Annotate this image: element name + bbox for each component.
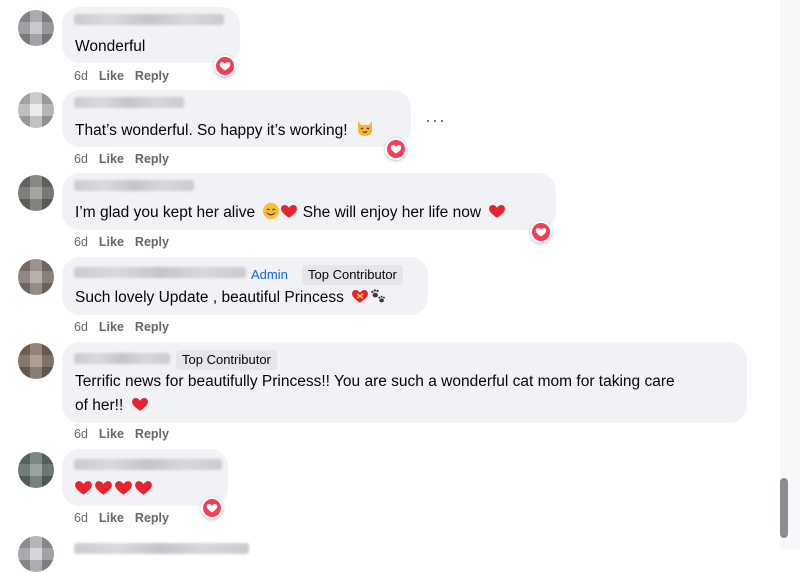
author-name-blurred[interactable] (74, 14, 224, 25)
author-name-blurred[interactable] (74, 459, 222, 470)
reply-button[interactable]: Reply (135, 152, 169, 166)
red-heart-icon (114, 478, 133, 505)
paw-prints-icon (369, 287, 387, 313)
commenter-avatar[interactable] (18, 536, 54, 572)
author-name-blurred[interactable] (74, 97, 184, 108)
like-button[interactable]: Like (99, 320, 124, 334)
red-heart-icon (134, 478, 153, 505)
comment-text-line: of her!! (75, 394, 149, 421)
love-reaction-icon[interactable] (214, 55, 236, 77)
admin-badge[interactable]: Admin (251, 265, 288, 285)
commenter-avatar[interactable] (18, 92, 54, 128)
comment-timestamp[interactable]: 6d (74, 69, 88, 83)
reply-button[interactable]: Reply (135, 427, 169, 441)
comment-bubble: Admin Top Contributor Such lovely Update… (62, 257, 428, 315)
comment-bubble: That’s wonderful. So happy it’s working! (62, 90, 411, 147)
comment-text-part: I’m glad you kept her alive (75, 204, 256, 221)
like-button[interactable]: Like (99, 427, 124, 441)
author-name-blurred[interactable] (74, 267, 246, 278)
cat-smile-icon (355, 118, 375, 146)
comment-timestamp[interactable]: 6d (74, 320, 88, 334)
comment-meta: 6d Like Reply (74, 151, 180, 167)
red-heart-icon (131, 395, 149, 421)
more-options-icon[interactable]: ··· (425, 110, 446, 131)
love-reaction-icon[interactable] (385, 138, 407, 160)
comment-text-content: of her!! (75, 397, 124, 414)
comment-text (74, 478, 153, 505)
commenter-avatar[interactable] (18, 343, 54, 379)
comment-meta: 6d Like Reply (74, 234, 180, 250)
comment-text: That’s wonderful. So happy it’s working! (75, 118, 375, 146)
comment-bubble (62, 449, 228, 506)
comment-bubble: I’m glad you kept her alive She will enj… (62, 173, 556, 230)
scrollbar-thumb[interactable] (780, 478, 788, 538)
comment-text-content: Such lovely Update , beautiful Princess (75, 289, 344, 306)
love-reaction-icon[interactable] (201, 497, 223, 519)
reply-button[interactable]: Reply (135, 511, 169, 525)
commenter-avatar[interactable] (18, 10, 54, 46)
author-name-blurred[interactable] (74, 180, 194, 191)
comment-text-content: That’s wonderful. So happy it’s working! (75, 122, 348, 139)
red-heart-icon (74, 478, 93, 505)
comment-text: Such lovely Update , beautiful Princess (75, 286, 387, 313)
top-contributor-badge[interactable]: Top Contributor (302, 265, 403, 285)
comment-text-part: She will enjoy her life now (302, 204, 482, 221)
like-button[interactable]: Like (99, 152, 124, 166)
reply-button[interactable]: Reply (135, 235, 169, 249)
author-name-blurred[interactable] (74, 353, 170, 364)
smiling-face-icon (262, 202, 280, 228)
comment-timestamp[interactable]: 6d (74, 235, 88, 249)
red-heart-icon (94, 478, 113, 505)
red-heart-icon (280, 202, 298, 228)
top-contributor-badge[interactable]: Top Contributor (176, 350, 277, 370)
comment-timestamp[interactable]: 6d (74, 427, 88, 441)
commenter-avatar[interactable] (18, 175, 54, 211)
commenter-avatar[interactable] (18, 259, 54, 295)
comment-text: Wonderful (75, 38, 146, 55)
comment-timestamp[interactable]: 6d (74, 511, 88, 525)
scrollbar-track[interactable] (780, 0, 800, 550)
author-name-blurred[interactable] (74, 543, 249, 554)
comment-meta: 6d Like Reply (74, 510, 180, 526)
comment-meta: 6d Like Reply (74, 68, 180, 84)
comment-text: I’m glad you kept her alive She will enj… (75, 201, 506, 228)
comment-meta: 6d Like Reply (74, 426, 180, 442)
comment-timestamp[interactable]: 6d (74, 152, 88, 166)
red-heart-icon (488, 202, 506, 228)
comment-bubble: Top Contributor Terrific news for beauti… (62, 342, 747, 423)
comment-bubble: Wonderful (62, 7, 240, 63)
commenter-avatar[interactable] (18, 452, 54, 488)
comment-text-line: Terrific news for beautifully Princess!!… (75, 373, 675, 390)
comment-meta: 6d Like Reply (74, 319, 180, 335)
reply-button[interactable]: Reply (135, 320, 169, 334)
reply-button[interactable]: Reply (135, 69, 169, 83)
like-button[interactable]: Like (99, 235, 124, 249)
heart-with-ribbon-icon (351, 287, 369, 313)
like-button[interactable]: Like (99, 69, 124, 83)
love-reaction-icon[interactable] (530, 221, 552, 243)
like-button[interactable]: Like (99, 511, 124, 525)
